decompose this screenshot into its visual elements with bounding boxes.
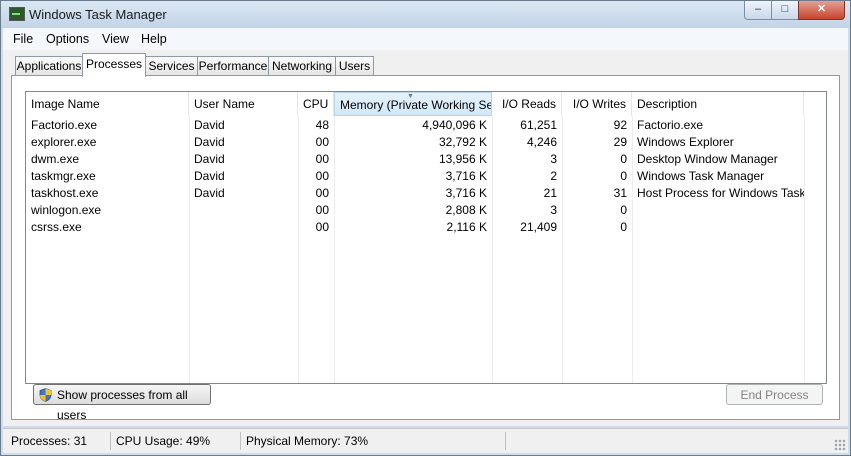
cell-image-name: Factorio.exe	[31, 118, 98, 132]
cell-io-reads: 4,246	[526, 135, 557, 149]
title-bar[interactable]: Windows Task Manager – □ ✕	[1, 1, 850, 28]
column-header-user-name[interactable]: User Name	[189, 92, 298, 116]
menu-help[interactable]: Help	[141, 32, 167, 46]
cell-io-writes: 92	[613, 118, 627, 132]
cell-memory: 3,716 K	[445, 169, 487, 183]
cell-io-reads: 3	[550, 152, 557, 166]
column-header-image-name[interactable]: Image Name	[26, 92, 189, 116]
table-row[interactable]: explorer.exe David 00 32,792 K 4,246 29 Window…	[26, 134, 826, 151]
client-area: Applications Processes Services Performa…	[3, 50, 848, 426]
status-bar: Processes: 31 CPU Usage: 49% Physical Me…	[3, 428, 848, 453]
tab-performance[interactable]: Performance	[197, 56, 269, 76]
window-title: Windows Task Manager	[29, 7, 167, 22]
cell-description: Windows Explorer	[637, 135, 734, 149]
status-processes: Processes: 31	[6, 432, 111, 450]
tab-services[interactable]: Services	[145, 56, 198, 76]
cell-user-name: David	[194, 118, 225, 132]
cell-io-writes: 0	[620, 152, 627, 166]
cell-image-name: dwm.exe	[31, 152, 80, 166]
cell-cpu: 00	[315, 135, 329, 149]
cell-user-name: David	[194, 135, 225, 149]
column-header-io-writes[interactable]: I/O Writes	[562, 92, 632, 116]
menu-options[interactable]: Options	[46, 32, 89, 46]
task-manager-window: Windows Task Manager – □ ✕ File Options …	[0, 0, 851, 456]
uac-shield-icon	[39, 388, 52, 402]
menu-bar: File Options View Help	[3, 28, 848, 50]
cell-memory: 13,956 K	[438, 152, 487, 166]
cell-io-writes: 29	[613, 135, 627, 149]
cell-memory: 4,940,096 K	[422, 118, 487, 132]
cell-io-reads: 21	[543, 186, 557, 200]
cell-description	[632, 202, 804, 219]
tab-processes[interactable]: Processes	[82, 53, 146, 77]
cell-cpu: 00	[315, 203, 329, 217]
cell-io-writes: 0	[620, 220, 627, 234]
close-button[interactable]: ✕	[798, 1, 845, 20]
cell-image-name: explorer.exe	[31, 135, 97, 149]
end-process-button[interactable]: End Process	[726, 384, 823, 405]
cell-description: Host Process for Windows Tasks	[637, 186, 804, 200]
minimize-button[interactable]: –	[744, 1, 772, 20]
cell-description: Desktop Window Manager	[637, 152, 778, 166]
cell-cpu: 48	[315, 118, 329, 132]
cell-user-name: David	[194, 152, 225, 166]
cell-memory: 2,808 K	[445, 203, 487, 217]
cell-user-name	[189, 202, 298, 219]
cell-cpu: 00	[315, 152, 329, 166]
cell-memory: 32,792 K	[438, 135, 487, 149]
cell-io-reads: 3	[550, 203, 557, 217]
cell-io-reads: 61,251	[520, 118, 557, 132]
status-physical-memory: Physical Memory: 73%	[241, 432, 506, 450]
cell-user-name: David	[194, 169, 225, 183]
resize-grip-icon[interactable]	[834, 439, 846, 451]
table-row[interactable]: winlogon.exe 00 2,808 K 3 0	[26, 202, 826, 219]
column-header-memory[interactable]: ▼ Memory (Private Working Set)	[334, 92, 492, 116]
process-list[interactable]: Image Name User Name CPU ▼ Memory (Priva…	[25, 91, 827, 384]
cell-cpu: 00	[315, 186, 329, 200]
table-row[interactable]: taskhost.exe David 00 3,716 K 21 31 Host Proce…	[26, 185, 826, 202]
cell-io-writes: 0	[620, 169, 627, 183]
column-header-memory-label: Memory (Private Working Set)	[340, 98, 492, 112]
show-all-processes-label: Show processes from all users	[57, 388, 188, 422]
show-all-processes-button[interactable]: Show processes from all users	[33, 384, 211, 422]
cell-image-name: winlogon.exe	[31, 203, 102, 217]
cell-io-writes: 31	[613, 186, 627, 200]
cell-description	[632, 219, 804, 236]
cell-description: Windows Task Manager	[637, 169, 765, 183]
tab-users[interactable]: Users	[335, 56, 374, 76]
menu-view[interactable]: View	[102, 32, 129, 46]
status-cpu-usage: CPU Usage: 49%	[111, 432, 241, 450]
cell-cpu: 00	[315, 220, 329, 234]
tab-networking[interactable]: Networking	[268, 56, 336, 76]
table-row[interactable]: csrss.exe 00 2,116 K 21,409 0	[26, 219, 826, 236]
maximize-button[interactable]: □	[771, 1, 799, 20]
cell-memory: 3,716 K	[445, 186, 487, 200]
column-header-cpu[interactable]: CPU	[298, 92, 334, 116]
column-header-io-reads[interactable]: I/O Reads	[492, 92, 562, 116]
table-row[interactable]: taskmgr.exe David 00 3,716 K 2 0 Windows Task …	[26, 168, 826, 185]
cell-io-reads: 21,409	[520, 220, 557, 234]
cell-image-name: csrss.exe	[31, 220, 82, 234]
task-manager-icon	[9, 7, 25, 21]
cell-description: Factorio.exe	[637, 118, 704, 132]
column-header-description[interactable]: Description	[632, 92, 804, 116]
cell-cpu: 00	[315, 169, 329, 183]
menu-file[interactable]: File	[13, 32, 33, 46]
table-row[interactable]: dwm.exe David 00 13,956 K 3 0 Desktop Window M…	[26, 151, 826, 168]
sort-descending-icon: ▼	[407, 93, 414, 100]
tab-applications[interactable]: Applications	[15, 56, 83, 76]
cell-io-writes: 0	[620, 203, 627, 217]
cell-memory: 2,116 K	[446, 220, 487, 234]
cell-image-name: taskhost.exe	[31, 186, 99, 200]
cell-io-reads: 2	[550, 169, 557, 183]
table-row[interactable]: Factorio.exe David 48 4,940,096 K 61,251 92 Fa…	[26, 117, 826, 134]
cell-user-name	[189, 219, 298, 236]
cell-user-name: David	[194, 186, 225, 200]
cell-image-name: taskmgr.exe	[31, 169, 96, 183]
